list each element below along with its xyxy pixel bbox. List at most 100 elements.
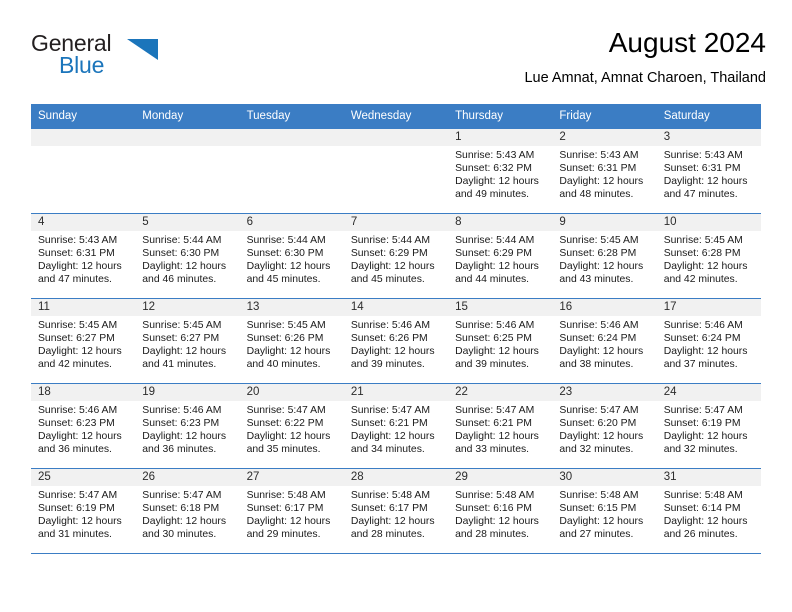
day-details: Sunrise: 5:48 AM Sunset: 6:14 PM Daylight:… bbox=[657, 486, 761, 542]
day-details: Sunrise: 5:44 AM Sunset: 6:30 PM Daylight:… bbox=[240, 231, 344, 287]
daylight-duration-line2: and 46 minutes. bbox=[142, 273, 217, 285]
calendar-day-cell[interactable]: 6 Sunrise: 5:44 AM Sunset: 6:30 PM Daylight… bbox=[239, 214, 344, 298]
calendar-day-cell[interactable]: 19 Sunrise: 5:46 AM Sunset: 6:23 PM Dayligh… bbox=[135, 384, 240, 468]
day-number: 8 bbox=[448, 214, 553, 231]
calendar-day-cell[interactable]: 18 Sunrise: 5:46 AM Sunset: 6:23 PM Dayligh… bbox=[31, 384, 136, 468]
sunrise-time: Sunrise: 5:43 AM bbox=[38, 235, 118, 246]
calendar-day-cell[interactable]: 3 Sunrise: 5:43 AM Sunset: 6:31 PM Daylight… bbox=[656, 129, 761, 213]
day-details: Sunrise: 5:46 AM Sunset: 6:24 PM Daylight:… bbox=[657, 316, 761, 372]
day-details: Sunrise: 5:48 AM Sunset: 6:15 PM Daylight:… bbox=[552, 486, 656, 542]
calendar-page: General Blue August 2024 Lue Amnat, Amna… bbox=[0, 0, 792, 612]
weekday-header-tuesday: Tuesday bbox=[239, 104, 344, 129]
day-details: Sunrise: 5:45 AM Sunset: 6:27 PM Daylight:… bbox=[135, 316, 239, 372]
day-details: Sunrise: 5:47 AM Sunset: 6:18 PM Daylight:… bbox=[135, 486, 239, 542]
calendar-day-cell-empty bbox=[343, 129, 449, 213]
sunrise-time: Sunrise: 5:46 AM bbox=[350, 320, 430, 331]
daylight-duration-line1: Daylight: 12 hours bbox=[663, 175, 748, 187]
sunrise-time: Sunrise: 5:48 AM bbox=[455, 490, 535, 501]
daylight-duration-line2: and 37 minutes. bbox=[663, 358, 738, 370]
daylight-duration-line2: and 45 minutes. bbox=[246, 273, 321, 285]
daylight-duration-line2: and 27 minutes. bbox=[559, 528, 634, 540]
calendar-day-cell[interactable]: 10 Sunrise: 5:45 AM Sunset: 6:28 PM Dayligh… bbox=[656, 214, 761, 298]
day-number: 4 bbox=[31, 214, 136, 231]
day-number: 25 bbox=[31, 469, 136, 486]
day-details: Sunrise: 5:43 AM Sunset: 6:32 PM Daylight:… bbox=[448, 146, 552, 202]
day-details: Sunrise: 5:43 AM Sunset: 6:31 PM Daylight:… bbox=[31, 231, 135, 287]
sunrise-time: Sunrise: 5:44 AM bbox=[142, 235, 222, 246]
sunrise-time: Sunrise: 5:46 AM bbox=[455, 320, 535, 331]
calendar-day-cell[interactable]: 15 Sunrise: 5:46 AM Sunset: 6:25 PM Dayligh… bbox=[448, 299, 553, 383]
calendar-day-cell[interactable]: 1 Sunrise: 5:43 AM Sunset: 6:32 PM Daylight… bbox=[448, 129, 553, 213]
weekday-header-row: Sunday Monday Tuesday Wednesday Thursday Frid… bbox=[31, 104, 761, 129]
calendar-day-cell[interactable]: 31 Sunrise: 5:48 AM Sunset: 6:14 PM Dayligh… bbox=[656, 469, 761, 553]
weekday-header-sunday: Sunday bbox=[31, 104, 136, 129]
daylight-duration-line2: and 36 minutes. bbox=[38, 443, 112, 455]
day-details: Sunrise: 5:44 AM Sunset: 6:29 PM Daylight:… bbox=[448, 231, 552, 287]
day-number: 7 bbox=[343, 214, 449, 231]
calendar-day-cell[interactable]: 11 Sunrise: 5:45 AM Sunset: 6:27 PM Dayligh… bbox=[31, 299, 136, 383]
daylight-duration-line2: and 32 minutes. bbox=[663, 443, 738, 455]
daylight-duration-line1: Daylight: 12 hours bbox=[142, 515, 227, 527]
sunset-time: Sunset: 6:24 PM bbox=[663, 332, 741, 344]
calendar-day-cell[interactable]: 25 Sunrise: 5:47 AM Sunset: 6:19 PM Dayligh… bbox=[31, 469, 136, 553]
daylight-duration-line2: and 49 minutes. bbox=[455, 188, 530, 200]
day-number: 1 bbox=[448, 129, 553, 146]
day-number: 29 bbox=[448, 469, 553, 486]
sunrise-time: Sunrise: 5:46 AM bbox=[663, 320, 743, 331]
calendar-day-cell[interactable]: 22 Sunrise: 5:47 AM Sunset: 6:21 PM Dayligh… bbox=[448, 384, 553, 468]
day-details: Sunrise: 5:43 AM Sunset: 6:31 PM Daylight:… bbox=[552, 146, 656, 202]
general-blue-logo[interactable]: General Blue bbox=[31, 30, 161, 86]
calendar-day-cell[interactable]: 2 Sunrise: 5:43 AM Sunset: 6:31 PM Daylight… bbox=[552, 129, 657, 213]
calendar-day-cell[interactable]: 17 Sunrise: 5:46 AM Sunset: 6:24 PM Dayligh… bbox=[656, 299, 761, 383]
daylight-duration-line1: Daylight: 12 hours bbox=[142, 260, 227, 272]
calendar-day-cell[interactable]: 20 Sunrise: 5:47 AM Sunset: 6:22 PM Dayligh… bbox=[239, 384, 344, 468]
daylight-duration-line1: Daylight: 12 hours bbox=[38, 260, 122, 272]
calendar-day-cell[interactable]: 29 Sunrise: 5:48 AM Sunset: 6:16 PM Dayligh… bbox=[448, 469, 553, 553]
calendar-day-cell[interactable]: 23 Sunrise: 5:47 AM Sunset: 6:20 PM Dayligh… bbox=[552, 384, 657, 468]
calendar-day-cell[interactable]: 16 Sunrise: 5:46 AM Sunset: 6:24 PM Dayligh… bbox=[552, 299, 657, 383]
calendar-day-cell[interactable]: 8 Sunrise: 5:44 AM Sunset: 6:29 PM Daylight… bbox=[448, 214, 553, 298]
sunrise-time: Sunrise: 5:48 AM bbox=[559, 490, 639, 501]
sunset-time: Sunset: 6:30 PM bbox=[142, 247, 220, 259]
sunset-time: Sunset: 6:16 PM bbox=[455, 502, 532, 514]
day-details: Sunrise: 5:45 AM Sunset: 6:28 PM Daylight:… bbox=[657, 231, 761, 287]
day-number: 24 bbox=[656, 384, 761, 401]
calendar-day-cell[interactable]: 13 Sunrise: 5:45 AM Sunset: 6:26 PM Dayligh… bbox=[239, 299, 344, 383]
sunrise-time: Sunrise: 5:44 AM bbox=[246, 235, 326, 246]
calendar-day-cell[interactable]: 14 Sunrise: 5:46 AM Sunset: 6:26 PM Dayligh… bbox=[343, 299, 449, 383]
sunset-time: Sunset: 6:30 PM bbox=[246, 247, 324, 259]
triangle-flag-icon bbox=[127, 39, 158, 60]
sunset-time: Sunset: 6:25 PM bbox=[455, 332, 532, 344]
daylight-duration-line1: Daylight: 12 hours bbox=[455, 175, 539, 187]
calendar-day-cell[interactable]: 24 Sunrise: 5:47 AM Sunset: 6:19 PM Dayligh… bbox=[656, 384, 761, 468]
calendar-day-cell[interactable]: 12 Sunrise: 5:45 AM Sunset: 6:27 PM Dayligh… bbox=[135, 299, 240, 383]
sunset-time: Sunset: 6:31 PM bbox=[38, 247, 115, 259]
calendar-day-cell[interactable]: 30 Sunrise: 5:48 AM Sunset: 6:15 PM Dayligh… bbox=[552, 469, 657, 553]
calendar-day-cell[interactable]: 21 Sunrise: 5:47 AM Sunset: 6:21 PM Dayligh… bbox=[343, 384, 449, 468]
calendar-day-cell[interactable]: 4 Sunrise: 5:43 AM Sunset: 6:31 PM Daylight… bbox=[31, 214, 136, 298]
calendar-day-cell-empty bbox=[239, 129, 344, 213]
calendar-day-cell[interactable]: 28 Sunrise: 5:48 AM Sunset: 6:17 PM Dayligh… bbox=[343, 469, 449, 553]
daylight-duration-line1: Daylight: 12 hours bbox=[455, 430, 539, 442]
weekday-header-thursday: Thursday bbox=[448, 104, 553, 129]
day-number: 10 bbox=[656, 214, 761, 231]
day-number: 11 bbox=[31, 299, 136, 316]
daylight-duration-line1: Daylight: 12 hours bbox=[246, 260, 331, 272]
day-number bbox=[343, 129, 449, 146]
calendar-day-cell[interactable]: 27 Sunrise: 5:48 AM Sunset: 6:17 PM Dayligh… bbox=[239, 469, 344, 553]
daylight-duration-line1: Daylight: 12 hours bbox=[246, 515, 331, 527]
daylight-duration-line1: Daylight: 12 hours bbox=[455, 515, 539, 527]
calendar-day-cell[interactable]: 9 Sunrise: 5:45 AM Sunset: 6:28 PM Daylight… bbox=[552, 214, 657, 298]
day-details: Sunrise: 5:47 AM Sunset: 6:19 PM Daylight:… bbox=[31, 486, 135, 542]
daylight-duration-line2: and 41 minutes. bbox=[142, 358, 217, 370]
page-title: August 2024 bbox=[608, 27, 766, 58]
sunset-time: Sunset: 6:28 PM bbox=[559, 247, 637, 259]
logo-text-blue: Blue bbox=[59, 52, 105, 78]
page-subtitle: Lue Amnat, Amnat Charoen, Thailand bbox=[524, 70, 766, 86]
sunset-time: Sunset: 6:15 PM bbox=[559, 502, 637, 514]
calendar-day-cell[interactable]: 5 Sunrise: 5:44 AM Sunset: 6:30 PM Daylight… bbox=[135, 214, 240, 298]
daylight-duration-line2: and 47 minutes. bbox=[38, 273, 112, 285]
calendar-day-cell[interactable]: 26 Sunrise: 5:47 AM Sunset: 6:18 PM Dayligh… bbox=[135, 469, 240, 553]
calendar-day-cell[interactable]: 7 Sunrise: 5:44 AM Sunset: 6:29 PM Daylight… bbox=[343, 214, 449, 298]
daylight-duration-line2: and 34 minutes. bbox=[350, 443, 425, 455]
